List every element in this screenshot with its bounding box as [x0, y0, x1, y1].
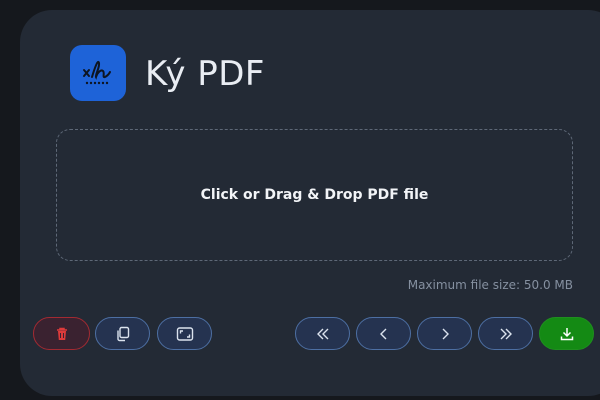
next-page-button[interactable] — [417, 317, 472, 350]
chevron-left-icon — [379, 328, 386, 339]
trash-icon — [56, 327, 67, 340]
max-file-size-note: Maximum file size: 50.0 MB — [407, 278, 573, 292]
app-title: Ký PDF — [145, 54, 265, 94]
double-chevron-right-icon — [500, 328, 512, 339]
double-chevron-left-icon — [316, 328, 328, 339]
first-page-button[interactable] — [295, 317, 350, 350]
app-logo — [70, 45, 126, 101]
delete-button[interactable] — [33, 317, 90, 350]
app-card: Ký PDF Click or Drag & Drop PDF file Max… — [20, 10, 600, 396]
prev-page-button[interactable] — [356, 317, 411, 350]
fit-screen-icon — [176, 326, 193, 341]
download-button[interactable] — [539, 317, 594, 350]
duplicate-button[interactable] — [95, 317, 150, 350]
download-icon — [560, 327, 573, 340]
signature-icon — [83, 61, 111, 85]
fit-button[interactable] — [157, 317, 212, 350]
pdf-dropzone[interactable]: Click or Drag & Drop PDF file — [56, 129, 573, 261]
chevron-right-icon — [442, 328, 449, 339]
dropzone-label: Click or Drag & Drop PDF file — [200, 187, 429, 203]
last-page-button[interactable] — [478, 317, 533, 350]
copy-icon — [116, 326, 129, 341]
